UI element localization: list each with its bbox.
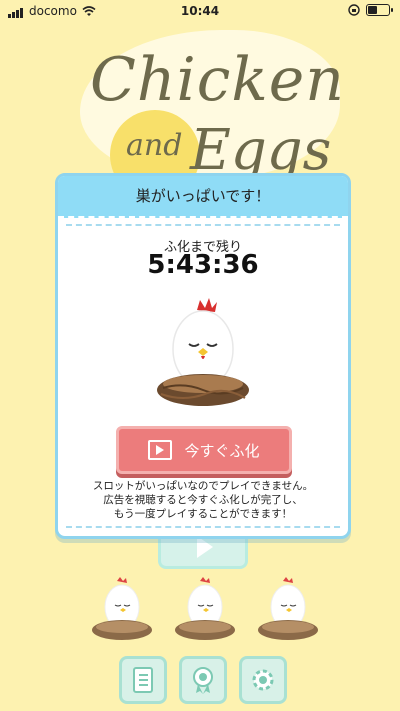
settings-button[interactable] bbox=[239, 656, 287, 704]
chicken-in-nest-icon bbox=[92, 577, 152, 640]
dialog-description: スロットがいっぱいなのでプレイできません。 広告を視聴すると今すぐふ化しが完了し… bbox=[58, 479, 348, 521]
battery-icon bbox=[366, 4, 393, 16]
nest-slot-2 bbox=[170, 575, 240, 645]
description-line: 広告を視聴すると今すぐふ化しが完了し、 bbox=[103, 494, 303, 506]
status-bar: docomo 10:44 bbox=[0, 0, 400, 22]
gear-icon bbox=[252, 669, 274, 691]
chicken-in-nest-icon bbox=[157, 298, 249, 406]
chicken-in-nest-icon bbox=[175, 577, 235, 640]
divider bbox=[66, 526, 340, 528]
chicken-illustration bbox=[153, 294, 253, 414]
rotation-lock-icon bbox=[348, 4, 360, 16]
hatch-now-label: 今すぐふ化 bbox=[184, 441, 260, 460]
nest-full-dialog: 巣がいっぱいです！ ふ化まで残り 5:43:36 今すぐふ化 スロットがいっぱい… bbox=[55, 173, 351, 539]
hatch-timer: 5:43:36 bbox=[147, 250, 259, 280]
video-ad-icon bbox=[148, 440, 173, 460]
notebook-icon bbox=[133, 667, 153, 693]
nest-slot-1 bbox=[87, 575, 157, 645]
medal-button[interactable] bbox=[179, 656, 227, 704]
logo-chicken: Chicken bbox=[90, 45, 345, 115]
hatch-now-button[interactable]: 今すぐふ化 bbox=[116, 426, 292, 474]
logo-and: and bbox=[126, 128, 183, 163]
dialog-title: 巣がいっぱいです！ bbox=[58, 176, 348, 218]
divider bbox=[66, 224, 340, 226]
medal-icon bbox=[193, 667, 213, 694]
description-line: スロットがいっぱいなのでプレイできません。 bbox=[92, 480, 314, 492]
description-line: もう一度プレイすることができます！ bbox=[113, 508, 293, 520]
notebook-button[interactable] bbox=[119, 656, 167, 704]
nest-slot-3 bbox=[253, 575, 323, 645]
status-time: 10:44 bbox=[180, 4, 220, 18]
chicken-in-nest-icon bbox=[258, 577, 318, 640]
